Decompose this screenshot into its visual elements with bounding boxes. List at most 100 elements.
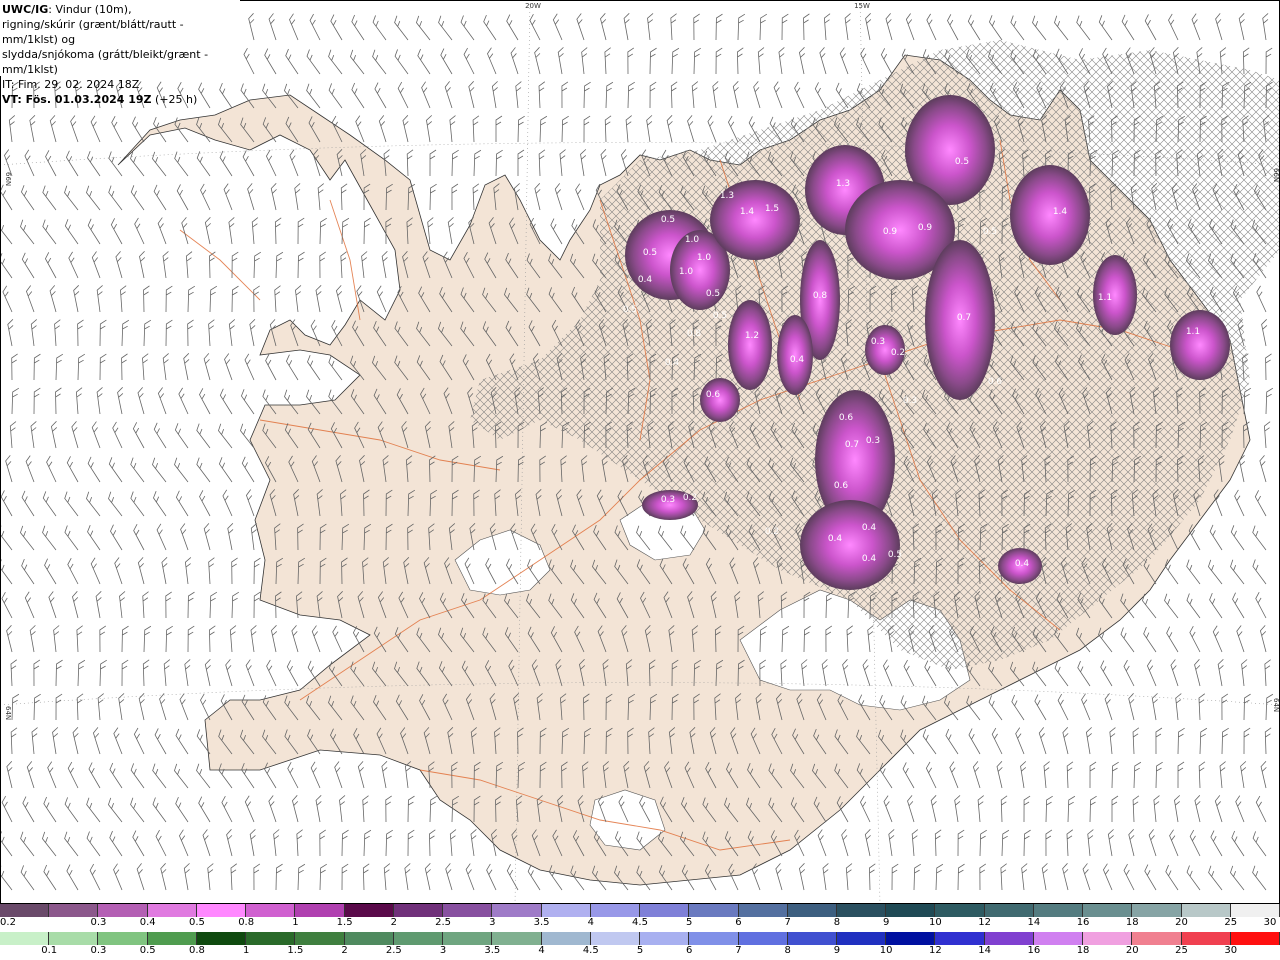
snow-swatch — [1132, 904, 1182, 917]
rain-tick-label: 25 — [1175, 945, 1188, 956]
rain-swatch — [935, 932, 985, 945]
rain-tick-label: 3.5 — [484, 945, 501, 956]
precip-value-label: 1.0 — [679, 267, 694, 277]
rain-swatch — [1132, 932, 1182, 945]
snow-tick-label: 25 — [1224, 917, 1238, 928]
snow-legend-ticks: 0.2 0.3 0.4 0.5 0.8 1 1.5 2 2.5 3 3.5 4 4.5 5 6 7 8 9 10 12… — [0, 917, 1280, 930]
snow-tick-label: 5 — [686, 917, 693, 928]
rain-tick-label: 7 — [735, 945, 742, 956]
rain-legend-colorbar — [0, 932, 1280, 945]
precip-value-label: 0.5 — [643, 248, 657, 258]
precip-value-label: 1.3 — [720, 191, 734, 201]
snow-tick-label: 7 — [784, 917, 791, 928]
precip-value-label: 0.3 — [903, 396, 917, 406]
precip-value-label: 0.4 — [862, 523, 877, 533]
precip-value-label: 0.6 — [839, 413, 854, 423]
rain-swatch — [196, 932, 247, 945]
snow-swatch — [640, 904, 690, 917]
snow-tick-label: 0.2 — [0, 917, 16, 928]
rain-tick-label: 2 — [341, 945, 348, 956]
precip-value-label: 1.3 — [836, 179, 850, 189]
snow-tick-label: 30 — [1263, 917, 1277, 928]
snow-tick-label: 8 — [833, 917, 841, 928]
precip-value-label: 1.0 — [685, 235, 700, 245]
snow-swatch — [49, 904, 99, 917]
init-time: IT: Fim. 29. 02. 2024 18Z — [2, 78, 140, 91]
rain-swatch — [886, 932, 936, 945]
precip-value-label: 0.5 — [661, 215, 675, 225]
rain-tick-label: 8 — [784, 945, 791, 956]
precip-value-label: 0.5 — [888, 550, 902, 560]
snow-tick-label: 3.5 — [533, 917, 550, 928]
precip-value-label: 1.0 — [697, 253, 712, 263]
precip-value-label: 0.8 — [813, 291, 828, 301]
rain-legend-ticks: 0.1 0.3 0.5 0.8 1 1.5 2 2.5 3 3.5 4 4.5 5 6 7 8 9 10 12 14 1… — [0, 945, 1280, 958]
precip-value-label: 0.4 — [638, 275, 653, 285]
snow-swatch — [836, 904, 887, 917]
lat-label-left-upper: 66N — [4, 172, 12, 186]
lat-label-right-lower: 64N — [1272, 698, 1280, 712]
precip-value-label: 0.4 — [665, 358, 680, 368]
snow-tick-label: 1 — [292, 917, 299, 928]
snow-swatch — [98, 904, 148, 917]
snow-tick-label: 3 — [489, 917, 496, 928]
rain-swatch — [0, 932, 50, 945]
precip-value-label: 1.1 — [1186, 327, 1200, 337]
rain-swatch — [541, 932, 591, 945]
rain-swatch — [443, 932, 493, 945]
snow-swatch — [246, 904, 296, 917]
snow-swatch — [1033, 904, 1084, 917]
precip-value-label: 0.2 — [683, 493, 697, 503]
snow-legend-colorbar — [0, 904, 1280, 917]
snow-swatch — [590, 904, 641, 917]
snow-swatch — [1083, 904, 1133, 917]
snow-swatch — [492, 904, 542, 917]
snow-swatch — [541, 904, 591, 917]
rain-tick-label: 18 — [1076, 945, 1090, 956]
rain-swatch — [492, 932, 542, 945]
snow-tick-label: 18 — [1125, 917, 1139, 928]
precip-value-label: 1.5 — [765, 204, 779, 214]
snow-legend: 0.2 0.3 0.4 0.5 0.8 1 1.5 2 2.5 3 3.5 4 4.5 5 6 7 8 9 10 12… — [0, 904, 1280, 930]
snow-swatch — [738, 904, 788, 917]
snow-swatch — [0, 904, 50, 917]
rain-tick-label: 1 — [242, 945, 250, 956]
snow-tick-label: 16 — [1076, 917, 1090, 928]
snow-tick-label: 0.5 — [188, 917, 205, 928]
precip-value-label: 0.4 — [1015, 559, 1030, 569]
rain-swatch — [590, 932, 641, 945]
rain-swatch — [984, 932, 1034, 945]
snow-swatch — [787, 904, 837, 917]
precip-value-label: 0.2 — [891, 348, 905, 358]
snow-tick-label: 14 — [1027, 917, 1041, 928]
precip-value-label: 0.5 — [713, 311, 727, 321]
rain-tick-label: 6 — [686, 945, 693, 956]
precip-value-label: 0.4 — [828, 534, 843, 544]
precip-value-label: 1.2 — [745, 331, 759, 341]
snow-swatch — [443, 904, 493, 917]
snow-tick-label: 2.5 — [435, 917, 452, 928]
lat-label-left-lower: 64N — [4, 706, 12, 720]
snow-tick-label: 0.3 — [90, 917, 107, 928]
rain-swatch — [836, 932, 887, 945]
precip-value-label: 0.6 — [988, 377, 1003, 387]
weather-map: 0.40.50.51.30.51.4 1.50.81.01.01.00.50.40… — [0, 0, 1280, 904]
rain-swatch — [49, 932, 99, 945]
rain-swatch — [295, 932, 345, 945]
precip-value-label: 0.8 — [687, 329, 702, 339]
snow-tick-label: 20 — [1175, 917, 1188, 928]
rain-tick-label: 20 — [1125, 945, 1139, 956]
snow-swatch — [886, 904, 936, 917]
snow-swatch — [984, 904, 1034, 917]
rain-tick-label: 4 — [538, 945, 545, 956]
rain-swatch — [393, 932, 444, 945]
rain-tick-label: 2.5 — [385, 945, 402, 956]
rain-tick-label: 4.5 — [582, 945, 599, 956]
rain-tick-label: 14 — [978, 945, 991, 956]
rain-tick-label: 5 — [636, 945, 644, 956]
snow-swatch — [935, 904, 985, 917]
snow-tick-label: 0.4 — [139, 917, 156, 928]
rain-tick-label: 0.5 — [139, 945, 156, 956]
precip-value-label: 0.5 — [706, 289, 720, 299]
forecast-hour: (+25 h) — [151, 93, 198, 106]
